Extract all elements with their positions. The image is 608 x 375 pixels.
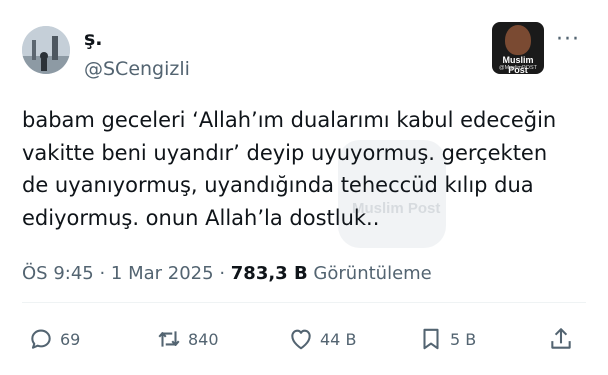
author-name[interactable]: ş. (84, 28, 103, 50)
meta-separator: · (213, 263, 231, 284)
reply-button[interactable]: 69 (28, 325, 80, 353)
view-count: 783,3 B (230, 263, 308, 284)
bookmark-button[interactable]: 5 B (418, 325, 476, 353)
avatar-photo (22, 26, 70, 74)
like-button[interactable]: 44 B (288, 325, 356, 353)
repost-count: 840 (188, 329, 219, 349)
share-button[interactable] (548, 325, 574, 353)
tweet-line: vakitte beni uyandır’ deyip uyuyormuş. g… (22, 140, 548, 165)
share-icon (551, 328, 571, 349)
heart-icon (291, 329, 311, 350)
repost-button[interactable]: 840 (156, 325, 219, 353)
tweet-line: de uyanıyormuş, uyandığında teheccüd kıl… (22, 173, 534, 197)
repost-icon (158, 331, 180, 347)
badge-portrait (505, 25, 531, 55)
like-count: 44 B (320, 329, 357, 349)
author-avatar[interactable] (22, 26, 70, 74)
views-label: Görüntüleme (313, 263, 432, 284)
tweet-line: ediyormuş. onun Allah’la dostluk.. (22, 205, 380, 230)
reply-count: 69 (60, 329, 81, 349)
tweet-time[interactable]: ÖS 9:45 (22, 263, 94, 284)
bookmark-count: 5 B (450, 329, 477, 349)
bookmark-icon (423, 328, 439, 350)
badge-handle: @MuslimPOST (499, 65, 537, 71)
more-dots-icon[interactable]: ··· (556, 29, 580, 51)
tweet-line: babam geceleri ‘Allah’ım dualarımı kabul… (22, 108, 557, 132)
author-handle[interactable]: @SCengizli (84, 58, 190, 80)
tweet-meta: ÖS 9:45 · 1 Mar 2025 · 783,3 B Görüntüle… (22, 263, 432, 284)
muslim-post-badge: Muslim Post @MuslimPOST (492, 22, 544, 74)
tweet-text: babam geceleri ‘Allah’ım dualarımı kabul… (22, 104, 582, 234)
reply-icon (31, 329, 51, 349)
divider (22, 302, 586, 303)
meta-separator: · (93, 263, 111, 284)
tweet-date[interactable]: 1 Mar 2025 (111, 263, 214, 284)
